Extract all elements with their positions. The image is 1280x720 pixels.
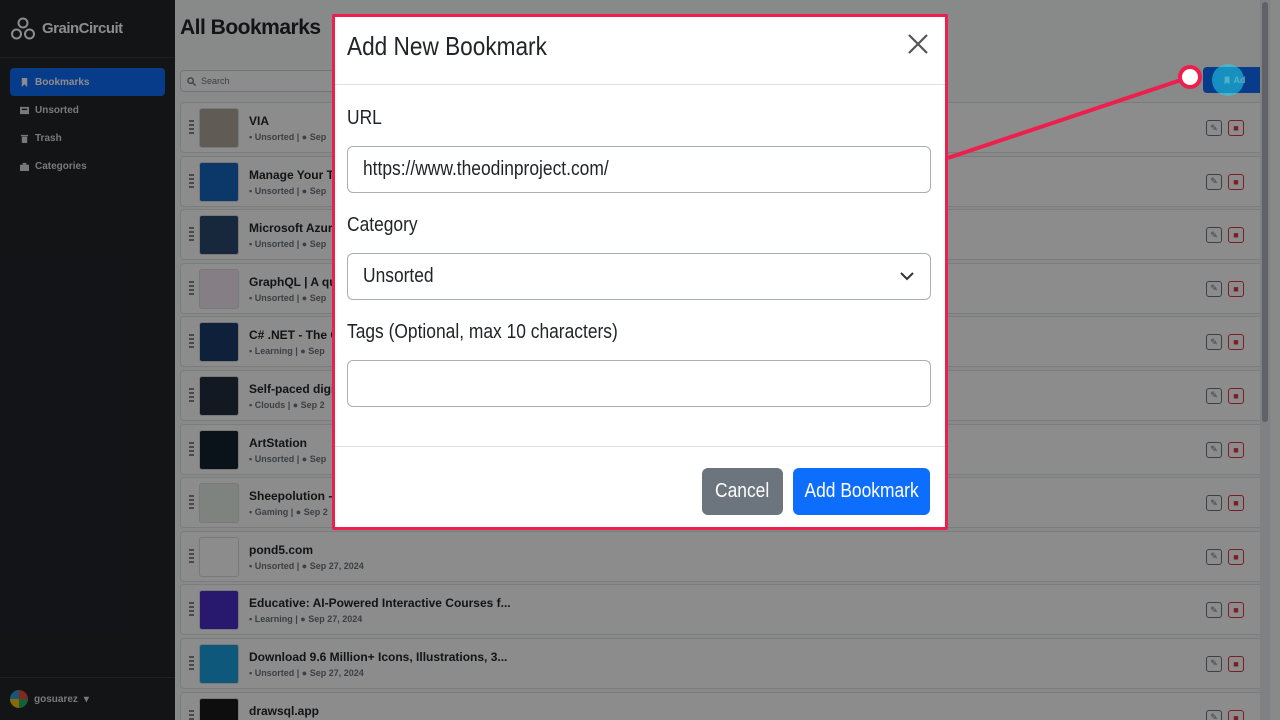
annotation-line <box>947 75 1191 160</box>
cancel-button[interactable]: Cancel <box>702 468 783 515</box>
annotation-target-dot <box>1212 64 1244 96</box>
category-select[interactable]: Unsorted <box>347 253 931 300</box>
tags-input[interactable] <box>347 360 931 407</box>
chevron-down-icon <box>900 272 914 281</box>
url-value: https://www.theodinproject.com/ <box>363 158 609 180</box>
category-value: Unsorted <box>363 265 434 287</box>
cancel-button-label: Cancel <box>715 480 770 502</box>
url-label: URL <box>347 107 382 129</box>
add-bookmark-modal: Add New Bookmark URL https://www.theodin… <box>332 14 948 530</box>
submit-button-label: Add Bookmark <box>804 480 919 502</box>
tags-label: Tags (Optional, max 10 characters) <box>347 321 618 343</box>
annotation-marker <box>1178 65 1202 89</box>
add-bookmark-submit-button[interactable]: Add Bookmark <box>793 468 930 515</box>
modal-header: Add New Bookmark <box>335 17 945 85</box>
modal-title: Add New Bookmark <box>347 31 547 61</box>
category-label: Category <box>347 214 418 236</box>
url-field[interactable]: https://www.theodinproject.com/ <box>347 146 931 193</box>
close-icon[interactable] <box>906 32 930 56</box>
modal-footer: Cancel Add Bookmark <box>335 446 945 527</box>
